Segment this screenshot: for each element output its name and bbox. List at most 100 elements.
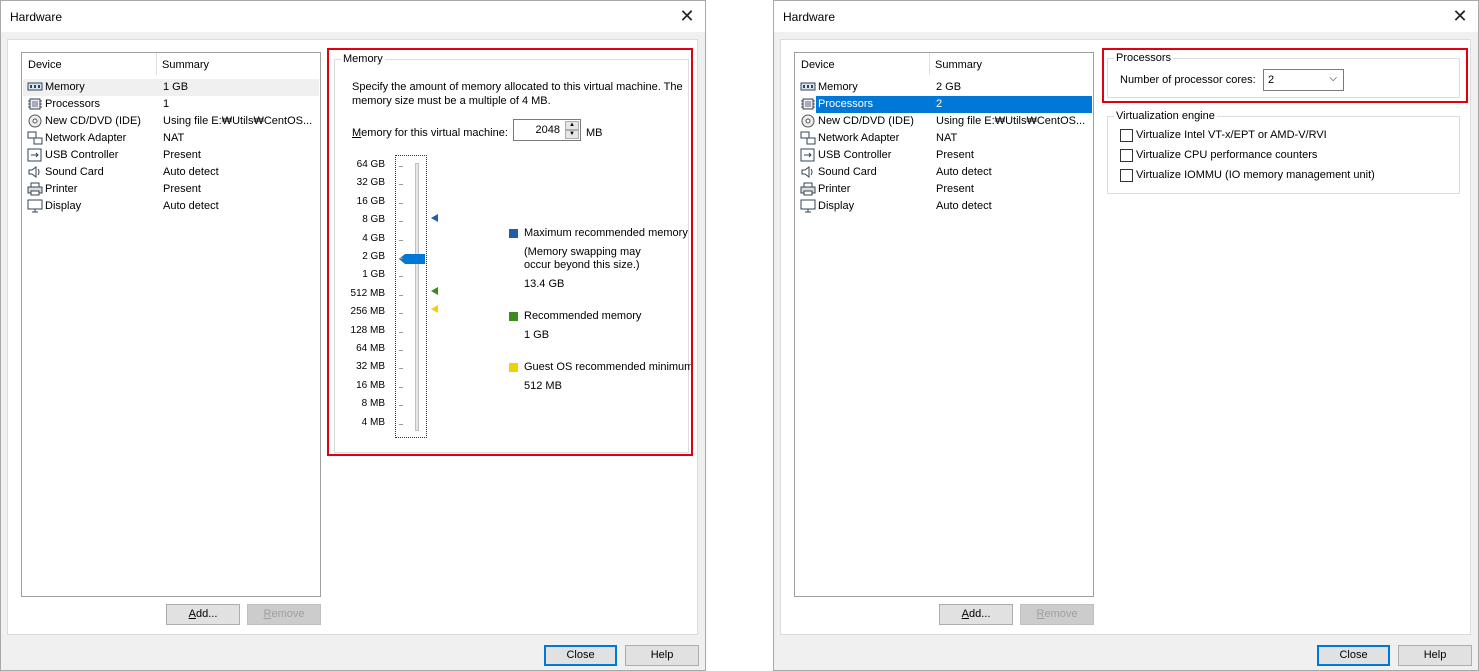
- device-row-processors[interactable]: Processors 1: [23, 96, 319, 113]
- device-name: New CD/DVD (IDE): [45, 115, 141, 127]
- dialog-title: Hardware: [10, 10, 63, 24]
- printer-icon: [800, 182, 816, 196]
- title-bar: Hardware ✕: [1, 1, 705, 32]
- speaker-icon: [801, 166, 813, 178]
- device-summary: 2: [936, 98, 943, 110]
- device-name: New CD/DVD (IDE): [818, 115, 914, 127]
- add-button[interactable]: Add...: [939, 604, 1013, 625]
- device-row-network-adapter[interactable]: Network Adapter NAT: [23, 130, 319, 147]
- device-summary: NAT: [936, 132, 958, 144]
- device-list[interactable]: Device Summary Memory 2 GB Processors 2 …: [794, 52, 1094, 597]
- device-row-sound-card[interactable]: Sound Card Auto detect: [23, 164, 319, 181]
- list-header: Device Summary: [795, 53, 1093, 77]
- device-summary: Present: [163, 183, 201, 195]
- add-button[interactable]: Add...: [166, 604, 240, 625]
- network-adapter-icon: [27, 131, 43, 145]
- device-row-printer[interactable]: Printer Present: [23, 181, 319, 198]
- device-name: Display: [45, 200, 82, 212]
- usb-icon: [27, 148, 42, 162]
- cd-dvd-icon: [801, 114, 815, 128]
- device-name: Display: [818, 200, 855, 212]
- speaker-icon: [28, 166, 40, 178]
- device-row-cd-dvd[interactable]: New CD/DVD (IDE) Using file E:₩Utils₩Cen…: [796, 113, 1092, 130]
- dialog-title: Hardware: [783, 10, 836, 24]
- device-name: Network Adapter: [45, 132, 127, 144]
- device-summary: NAT: [163, 132, 185, 144]
- device-row-usb-controller[interactable]: USB Controller Present: [796, 147, 1092, 164]
- printer-icon: [27, 182, 43, 196]
- device-summary: 1: [163, 98, 170, 110]
- cpu-counters-label: Virtualize CPU performance counters: [1136, 149, 1318, 161]
- virtualization-group-legend: Virtualization engine: [1114, 110, 1217, 122]
- help-button[interactable]: Help: [1398, 645, 1472, 666]
- device-summary: Auto detect: [936, 166, 992, 178]
- device-name: USB Controller: [45, 149, 119, 161]
- close-button[interactable]: Close: [1317, 645, 1390, 666]
- close-icon[interactable]: ✕: [1450, 5, 1470, 27]
- vt-x-label: Virtualize Intel VT-x/EPT or AMD-V/RVI: [1136, 129, 1327, 141]
- monitor-icon: [800, 199, 816, 213]
- device-summary: Present: [163, 149, 201, 161]
- device-name: Network Adapter: [818, 132, 900, 144]
- iommu-checkbox[interactable]: [1120, 169, 1133, 182]
- device-name: USB Controller: [818, 149, 892, 161]
- monitor-icon: [27, 199, 43, 213]
- cpu-counters-checkbox[interactable]: [1120, 149, 1133, 162]
- vt-x-checkbox[interactable]: [1120, 129, 1133, 142]
- summary-column-header[interactable]: Summary: [162, 59, 209, 71]
- device-summary: Using file E:₩Utils₩CentOS...: [936, 115, 1086, 127]
- device-name: Memory: [818, 81, 858, 93]
- device-row-processors[interactable]: Processors 2: [796, 96, 1092, 113]
- memory-icon: [800, 82, 816, 91]
- virtualization-engine-group: Virtualization engine Virtualize Intel V…: [1107, 110, 1460, 194]
- title-bar: Hardware ✕: [774, 1, 1478, 32]
- content-area: Device Summary Memory 2 GB Processors 2 …: [780, 39, 1471, 635]
- memory-icon: [27, 82, 43, 91]
- device-row-sound-card[interactable]: Sound Card Auto detect: [796, 164, 1092, 181]
- remove-button[interactable]: Remove: [247, 604, 321, 625]
- memory-highlight-box: [327, 48, 693, 456]
- remove-button[interactable]: Remove: [1020, 604, 1094, 625]
- device-name: Processors: [818, 98, 874, 110]
- close-button[interactable]: Close: [544, 645, 617, 666]
- device-row-network-adapter[interactable]: Network Adapter NAT: [796, 130, 1092, 147]
- device-summary: Auto detect: [163, 200, 219, 212]
- device-row-display[interactable]: Display Auto detect: [23, 198, 319, 215]
- processor-icon: [28, 98, 42, 110]
- list-header: Device Summary: [22, 53, 320, 77]
- device-name: Processors: [45, 98, 101, 110]
- cd-dvd-icon: [28, 114, 42, 128]
- device-summary: Auto detect: [163, 166, 219, 178]
- iommu-label: Virtualize IOMMU (IO memory management u…: [1136, 169, 1375, 181]
- device-column-header[interactable]: Device: [801, 59, 835, 71]
- device-summary: Auto detect: [936, 200, 992, 212]
- device-name: Printer: [45, 183, 78, 195]
- device-name: Memory: [45, 81, 85, 93]
- column-divider[interactable]: [929, 53, 930, 75]
- device-summary: 1 GB: [163, 81, 189, 93]
- device-summary: Using file E:₩Utils₩CentOS...: [163, 115, 313, 127]
- network-adapter-icon: [800, 131, 816, 145]
- processors-highlight-box: [1102, 48, 1468, 103]
- close-icon[interactable]: ✕: [677, 5, 697, 27]
- device-row-usb-controller[interactable]: USB Controller Present: [23, 147, 319, 164]
- usb-icon: [800, 148, 815, 162]
- column-divider[interactable]: [156, 53, 157, 75]
- device-row-memory[interactable]: Memory 1 GB: [23, 79, 319, 96]
- device-row-display[interactable]: Display Auto detect: [796, 198, 1092, 215]
- device-row-memory[interactable]: Memory 2 GB: [796, 79, 1092, 96]
- hardware-dialog-memory: Hardware ✕ Device Summary Memory 1 GB Pr…: [0, 0, 706, 671]
- hardware-dialog-processors: Hardware ✕ Device Summary Memory 2 GB Pr…: [773, 0, 1479, 671]
- device-summary: Present: [936, 149, 974, 161]
- device-name: Sound Card: [45, 166, 104, 178]
- processor-icon: [801, 98, 815, 110]
- device-name: Sound Card: [818, 166, 877, 178]
- device-name: Printer: [818, 183, 851, 195]
- summary-column-header[interactable]: Summary: [935, 59, 982, 71]
- device-column-header[interactable]: Device: [28, 59, 62, 71]
- device-row-cd-dvd[interactable]: New CD/DVD (IDE) Using file E:₩Utils₩Cen…: [23, 113, 319, 130]
- device-row-printer[interactable]: Printer Present: [796, 181, 1092, 198]
- help-button[interactable]: Help: [625, 645, 699, 666]
- device-summary: Present: [936, 183, 974, 195]
- device-list[interactable]: Device Summary Memory 1 GB Processors 1 …: [21, 52, 321, 597]
